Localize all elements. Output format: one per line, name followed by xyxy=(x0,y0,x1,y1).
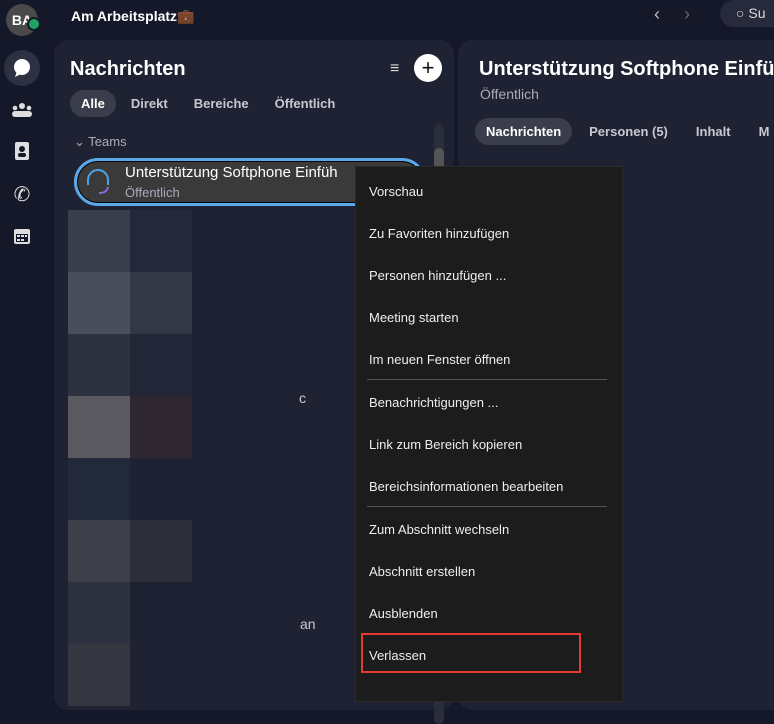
list-item-subtitle: Öffentlich xyxy=(125,185,180,200)
tab-bereiche[interactable]: Bereiche xyxy=(183,90,260,117)
menu-item-ausblenden[interactable]: Ausblenden xyxy=(369,606,438,621)
tab-nachrichten[interactable]: Nachrichten xyxy=(475,118,573,145)
blurred-list-area xyxy=(68,210,198,710)
menu-item-personen-hinzufuegen[interactable]: Personen hinzufügen ... xyxy=(369,268,506,283)
menu-item-bereichsinfo[interactable]: Bereichsinformationen bearbeiten xyxy=(369,479,563,494)
tab-alle[interactable]: Alle xyxy=(70,90,116,117)
presence-indicator xyxy=(27,17,41,31)
menu-item-verlassen[interactable]: Verlassen xyxy=(369,648,426,663)
contacts-icon xyxy=(15,142,29,160)
section-teams[interactable]: ⌄ Teams xyxy=(74,134,127,150)
list-title: Nachrichten xyxy=(70,58,186,80)
status-text[interactable]: Am Arbeitsplatz💼 xyxy=(71,8,195,25)
menu-item-vorschau[interactable]: Vorschau xyxy=(369,184,423,199)
tab-inhalt[interactable]: Inhalt xyxy=(685,118,742,145)
detail-subtitle: Öffentlich xyxy=(480,86,539,102)
calendar-icon xyxy=(14,229,30,244)
rail-chat-button[interactable] xyxy=(4,50,40,86)
briefcase-icon: 💼 xyxy=(177,8,195,24)
menu-item-favoriten[interactable]: Zu Favoriten hinzufügen xyxy=(369,226,509,241)
rail-calls-button[interactable]: ✆ xyxy=(4,176,40,212)
menu-item-neues-fenster[interactable]: Im neuen Fenster öffnen xyxy=(369,352,510,367)
filter-icon[interactable]: ≡ xyxy=(390,60,399,78)
back-arrow-icon[interactable]: ‹ xyxy=(654,4,660,25)
tab-oeffentlich[interactable]: Öffentlich xyxy=(264,90,347,117)
new-conversation-button[interactable]: + xyxy=(414,54,442,82)
partial-text: an xyxy=(300,616,316,632)
menu-item-abschnitt-wechseln[interactable]: Zum Abschnitt wechseln xyxy=(369,522,509,537)
rail-calendar-button[interactable] xyxy=(4,218,40,254)
phone-icon: ✆ xyxy=(13,183,31,206)
rail-teams-button[interactable] xyxy=(4,92,40,128)
rail-contacts-button[interactable] xyxy=(4,133,40,169)
partial-text: c xyxy=(299,390,306,406)
tab-more[interactable]: M xyxy=(748,118,774,145)
menu-item-link-kopieren[interactable]: Link zum Bereich kopieren xyxy=(369,437,522,452)
forward-arrow-icon[interactable]: › xyxy=(684,4,690,25)
teams-icon xyxy=(12,103,32,117)
search-input[interactable]: ○ Su xyxy=(720,0,774,27)
menu-divider xyxy=(367,379,607,380)
menu-item-abschnitt-erstellen[interactable]: Abschnitt erstellen xyxy=(369,564,475,579)
list-item-name: Unterstützung Softphone Einfüh xyxy=(125,164,338,181)
chat-icon xyxy=(14,59,30,77)
detail-title: Unterstützung Softphone Einfüh xyxy=(479,58,774,80)
search-icon: ○ xyxy=(736,5,749,21)
headset-icon xyxy=(87,169,109,194)
tab-personen[interactable]: Personen (5) xyxy=(578,118,679,145)
tab-direkt[interactable]: Direkt xyxy=(120,90,179,117)
menu-divider xyxy=(367,506,607,507)
menu-item-meeting-starten[interactable]: Meeting starten xyxy=(369,310,459,325)
menu-item-benachrichtigungen[interactable]: Benachrichtigungen ... xyxy=(369,395,498,410)
context-menu: Vorschau Zu Favoriten hinzufügen Persone… xyxy=(355,166,623,702)
